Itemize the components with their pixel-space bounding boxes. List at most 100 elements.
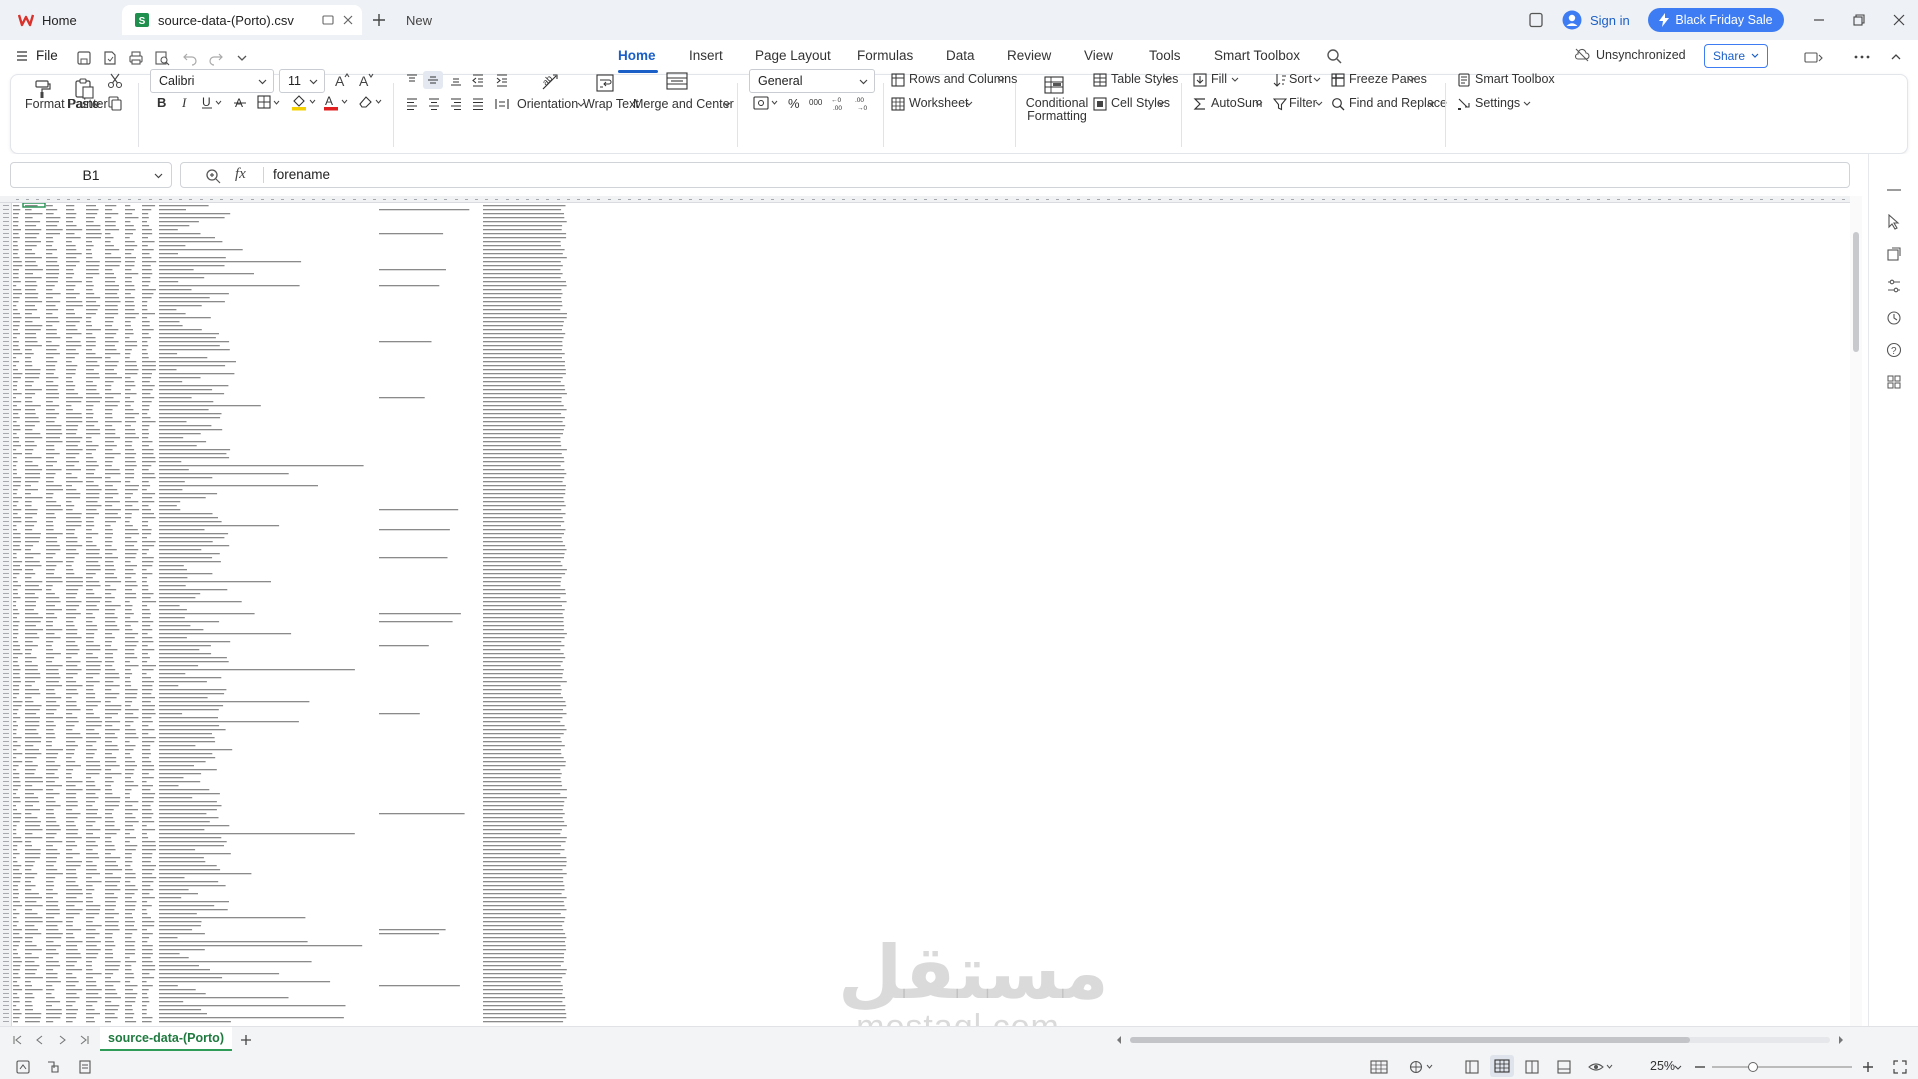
align-left-icon[interactable] — [405, 97, 419, 111]
collapse-panel-icon[interactable] — [1886, 188, 1902, 192]
decrease-font-icon[interactable]: A — [357, 71, 375, 89]
horizontal-scroll-thumb[interactable] — [1130, 1037, 1690, 1043]
filter-button[interactable]: Filter — [1289, 96, 1317, 110]
align-center-icon[interactable] — [427, 97, 441, 111]
tablet-icon[interactable] — [1528, 12, 1544, 28]
last-sheet-icon[interactable] — [78, 1034, 90, 1046]
smart-toolbox-button[interactable]: Smart Toolbox — [1475, 72, 1555, 86]
row-headers[interactable] — [0, 203, 12, 1026]
increase-indent-icon[interactable] — [495, 73, 509, 87]
decrease-decimal-icon[interactable]: .00→0 — [855, 95, 873, 111]
column-headers[interactable] — [0, 196, 1862, 203]
copy-icon[interactable] — [107, 95, 123, 111]
sidebar-toggle-icon[interactable] — [1464, 1059, 1480, 1075]
fill-color-icon[interactable] — [291, 93, 317, 111]
zoom-level[interactable]: 25% — [1650, 1059, 1675, 1073]
zoom-slider-thumb[interactable] — [1748, 1062, 1758, 1072]
transfer-icon[interactable] — [1804, 50, 1824, 64]
home-tab[interactable]: Home — [8, 5, 120, 35]
font-size-dropdown[interactable]: 11 — [279, 69, 325, 93]
wrap-text-button[interactable]: Wrap Text — [583, 97, 639, 111]
bold-icon[interactable]: B — [155, 95, 169, 109]
macro-icon[interactable] — [16, 1060, 30, 1074]
tab-insert[interactable]: Insert — [689, 48, 723, 63]
align-right-icon[interactable] — [449, 97, 463, 111]
scroll-left-icon[interactable] — [1114, 1035, 1124, 1045]
worksheet-button[interactable]: Worksheet — [909, 96, 969, 110]
fill-button[interactable]: Fill — [1211, 72, 1227, 86]
print-icon[interactable] — [128, 50, 144, 66]
merge-center-button[interactable]: Merge and Center — [633, 97, 734, 111]
tab-review[interactable]: Review — [1007, 48, 1051, 63]
first-sheet-icon[interactable] — [12, 1034, 24, 1046]
prev-sheet-icon[interactable] — [34, 1034, 46, 1046]
underline-icon[interactable]: U — [201, 95, 223, 109]
file-tab[interactable]: S source-data-(Porto).csv — [122, 5, 362, 35]
vertical-scroll-thumb[interactable] — [1853, 232, 1859, 352]
thousands-icon[interactable]: 000 — [809, 95, 827, 111]
restore-icon[interactable] — [1852, 13, 1866, 27]
file-menu[interactable]: File — [16, 48, 58, 63]
help-icon[interactable]: ? — [1886, 342, 1902, 358]
distributed-icon[interactable] — [495, 97, 509, 111]
tab-view[interactable]: View — [1084, 48, 1113, 63]
apps-icon[interactable] — [1886, 374, 1902, 390]
percent-icon[interactable]: % — [787, 95, 801, 111]
accounting-icon[interactable] — [753, 95, 779, 111]
export-pdf-icon[interactable] — [102, 50, 118, 66]
print-preview-icon[interactable] — [154, 50, 170, 66]
font-name-dropdown[interactable]: Calibri — [150, 69, 274, 93]
page-layout-view-icon[interactable] — [1524, 1059, 1540, 1075]
clear-format-icon[interactable] — [357, 93, 383, 111]
font-color-icon[interactable]: A — [323, 93, 349, 111]
undo-icon[interactable] — [182, 50, 198, 66]
decrease-indent-icon[interactable] — [471, 73, 485, 87]
chevron-down-icon[interactable] — [236, 52, 248, 64]
tab-home[interactable]: Home — [618, 48, 656, 63]
conditional-formatting-button[interactable]: Conditional Formatting — [1025, 97, 1089, 123]
justify-icon[interactable] — [471, 97, 485, 111]
tab-tools[interactable]: Tools — [1149, 48, 1181, 63]
align-middle-button[interactable] — [423, 71, 443, 89]
chevron-down-icon[interactable] — [1674, 1064, 1682, 1072]
location-icon[interactable] — [1408, 1059, 1436, 1075]
redo-icon[interactable] — [208, 50, 224, 66]
cell-content-area[interactable] — [12, 203, 1862, 1026]
zoom-in-icon[interactable] — [1862, 1061, 1874, 1073]
close-window-icon[interactable] — [1892, 13, 1906, 27]
add-sheet-icon[interactable] — [240, 1034, 252, 1046]
fullscreen-icon[interactable] — [1892, 1059, 1908, 1075]
tab-formulas[interactable]: Formulas — [857, 48, 913, 63]
new-tab-button[interactable]: New — [372, 5, 432, 35]
history-icon[interactable] — [1886, 310, 1902, 326]
pointer-icon[interactable] — [1886, 214, 1902, 230]
table-view-icon[interactable] — [1370, 1059, 1388, 1075]
orientation-button[interactable]: Orientation — [517, 97, 578, 111]
share-button[interactable]: Share — [1704, 44, 1768, 68]
minimize-icon[interactable] — [1812, 13, 1826, 27]
zoom-slider[interactable] — [1712, 1066, 1852, 1068]
black-friday-button[interactable]: Black Friday Sale — [1648, 8, 1784, 32]
name-box[interactable]: B1 — [10, 162, 172, 188]
align-top-icon[interactable] — [405, 73, 419, 87]
borders-icon[interactable] — [257, 95, 281, 109]
signin-button[interactable]: Sign in — [1562, 5, 1630, 35]
save-icon[interactable] — [76, 50, 92, 66]
strikethrough-icon[interactable]: A — [233, 95, 247, 109]
increase-font-icon[interactable]: A — [333, 71, 351, 89]
increase-decimal-icon[interactable]: ←0.00 — [831, 95, 849, 111]
sort-button[interactable]: Sort — [1289, 72, 1312, 86]
shape-icon[interactable] — [1886, 246, 1902, 262]
adjust-icon[interactable] — [1886, 278, 1902, 294]
settings-button[interactable]: Settings — [1475, 96, 1520, 110]
more-icon[interactable] — [1854, 54, 1870, 60]
collapse-ribbon-icon[interactable] — [1890, 52, 1902, 62]
scroll-right-icon[interactable] — [1836, 1035, 1846, 1045]
formula-input[interactable]: forename — [273, 167, 330, 182]
next-sheet-icon[interactable] — [56, 1034, 68, 1046]
number-format-dropdown[interactable]: General — [749, 69, 875, 93]
window-icon[interactable] — [322, 14, 334, 26]
protect-icon[interactable] — [46, 1060, 60, 1074]
close-tab-icon[interactable] — [342, 14, 354, 26]
fx-label[interactable]: fx — [235, 166, 246, 183]
